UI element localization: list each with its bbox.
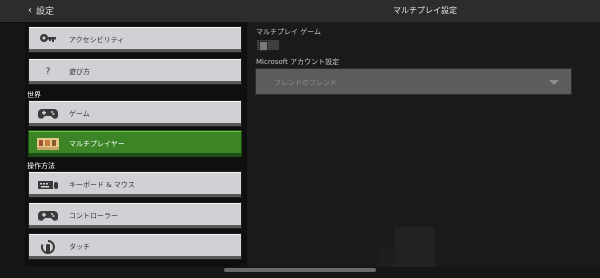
- sidebar-item-game[interactable]: ゲーム: [28, 100, 242, 127]
- section-controls-heading: 操作方法: [27, 162, 55, 170]
- section-world-heading: 世界: [27, 91, 41, 99]
- home-indicator[interactable]: [224, 268, 376, 272]
- sidebar-item-label: 遊び方: [69, 67, 90, 76]
- sidebar-item-label: コントローラー: [69, 211, 118, 220]
- key-icon: [37, 32, 59, 48]
- dropdown-value: フレンドのフレンド: [274, 79, 337, 87]
- sidebar-item-keyboard-mouse[interactable]: キーボード & マウス: [28, 171, 242, 198]
- toggle-knob: [259, 41, 268, 51]
- controller-icon: [37, 106, 59, 122]
- chevron-left-icon: ‹: [28, 4, 32, 16]
- back-button[interactable]: ‹ 設定: [28, 4, 54, 17]
- account-settings-label: Microsoft アカウント設定: [256, 58, 340, 66]
- chevron-down-icon: [549, 80, 559, 85]
- friends-dropdown[interactable]: フレンドのフレンド: [255, 68, 572, 95]
- sidebar-item-label: キーボード & マウス: [69, 180, 135, 189]
- question-icon: ?: [45, 66, 51, 77]
- sidebar-item-multiplayer[interactable]: マルチプレイヤー: [28, 130, 242, 157]
- sidebar-item-how-to-play[interactable]: ? 遊び方: [28, 58, 242, 85]
- background-block: [379, 247, 395, 267]
- controller-icon: [37, 208, 59, 224]
- multiplayer-game-toggle[interactable]: [256, 39, 280, 51]
- back-label: 設定: [36, 7, 55, 17]
- sidebar-item-controller[interactable]: コントローラー: [28, 202, 242, 229]
- sidebar-item-label: ゲーム: [69, 109, 90, 118]
- keyboard-icon: [37, 177, 59, 193]
- sidebar-item-label: タッチ: [69, 242, 90, 251]
- sidebar-item-touch[interactable]: タッチ: [28, 233, 242, 260]
- touch-icon: [37, 239, 59, 255]
- multiplayer-settings-panel: マルチプレイ ゲーム Microsoft アカウント設定 フレンドのフレンド: [247, 22, 600, 267]
- sidebar-item-label: マルチプレイヤー: [69, 139, 125, 148]
- sidebar-item-accessibility[interactable]: アクセシビリティ: [28, 26, 242, 53]
- players-icon: [37, 136, 59, 152]
- settings-sidebar: アクセシビリティ ? 遊び方 世界 ゲーム マルチプレイヤー 操作方法 キーボー…: [25, 22, 247, 267]
- background-block: [395, 227, 435, 267]
- page-title: マルチプレイ設定: [393, 6, 457, 15]
- top-bar: ‹ 設定 マルチプレイ設定: [0, 0, 600, 23]
- multiplayer-game-label: マルチプレイ ゲーム: [256, 28, 322, 36]
- sidebar-item-label: アクセシビリティ: [69, 35, 125, 44]
